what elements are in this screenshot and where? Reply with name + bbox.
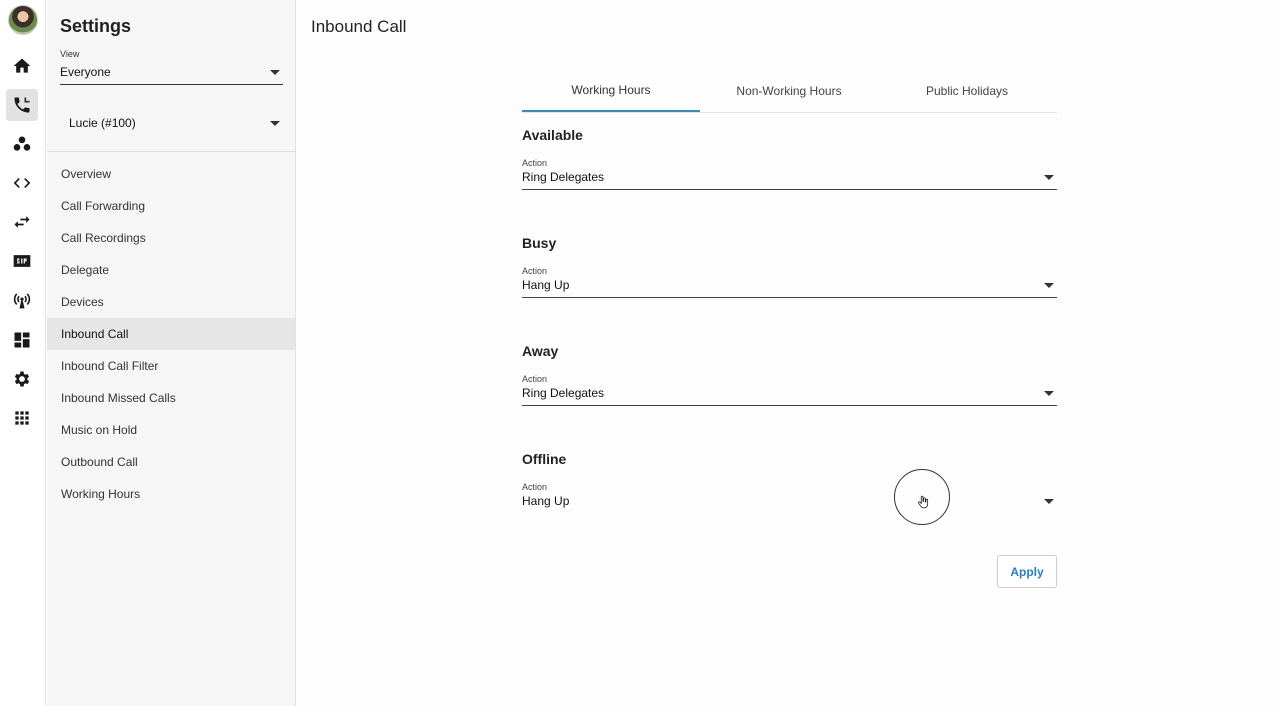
page-title: Inbound Call — [311, 17, 407, 36]
app: Settings View Everyone Lucie (#100) Over… — [0, 0, 1280, 706]
offline-action-select[interactable]: Hang Up — [522, 494, 1057, 514]
available-action-select[interactable]: Ring Delegates — [522, 170, 1057, 190]
field-label: Action — [522, 158, 548, 168]
section-available: Available Action Ring Delegates — [522, 127, 1057, 190]
users-icon[interactable] — [6, 128, 38, 160]
select-value: Hang Up — [522, 494, 570, 508]
caret-down-icon — [270, 121, 280, 126]
transfer-icon[interactable] — [6, 206, 38, 238]
away-action-select[interactable]: Ring Delegates — [522, 386, 1057, 406]
field-label: Action — [522, 374, 548, 384]
caret-down-icon — [270, 70, 280, 75]
tab-working-hours[interactable]: Working Hours — [522, 70, 700, 112]
caret-down-icon — [1044, 283, 1054, 288]
home-icon[interactable] — [6, 50, 38, 82]
sidebar-item-devices[interactable]: Devices — [47, 286, 295, 318]
select-value: Ring Delegates — [522, 170, 605, 184]
sidebar-item-inbound-missed-calls[interactable]: Inbound Missed Calls — [47, 382, 295, 414]
view-label: View — [60, 49, 80, 59]
field-label: Action — [522, 266, 548, 276]
sidebar-title: Settings — [60, 16, 132, 36]
sidebar-divider — [47, 151, 295, 152]
select-value: Ring Delegates — [522, 386, 605, 400]
settings-nav: Overview Call Forwarding Call Recordings… — [47, 158, 295, 510]
phone-icon[interactable] — [6, 89, 38, 121]
sidebar-item-inbound-call-filter[interactable]: Inbound Call Filter — [47, 350, 295, 382]
section-title: Busy — [522, 235, 557, 251]
caret-down-icon — [1044, 175, 1054, 180]
busy-action-select[interactable]: Hang Up — [522, 278, 1057, 298]
view-select[interactable]: Everyone — [60, 62, 283, 85]
dashboard-icon[interactable] — [6, 324, 38, 356]
avatar[interactable] — [8, 5, 38, 35]
caret-down-icon — [1044, 391, 1054, 396]
section-title: Away — [522, 343, 559, 359]
hand-cursor-icon — [918, 495, 929, 509]
field-label: Action — [522, 482, 548, 492]
sidebar-item-outbound-call[interactable]: Outbound Call — [47, 446, 295, 478]
sidebar-item-delegate[interactable]: Delegate — [47, 254, 295, 286]
sidebar-item-call-recordings[interactable]: Call Recordings — [47, 222, 295, 254]
section-offline: Offline Action Hang Up — [522, 451, 1057, 508]
settings-sidebar: Settings View Everyone Lucie (#100) Over… — [47, 0, 296, 706]
caret-down-icon — [1044, 499, 1054, 504]
select-value: Hang Up — [522, 278, 570, 292]
apps-grid-icon[interactable] — [6, 402, 38, 434]
gear-icon[interactable] — [6, 363, 38, 395]
code-icon[interactable] — [6, 167, 38, 199]
apply-button[interactable]: Apply — [997, 555, 1057, 588]
sidebar-item-call-forwarding[interactable]: Call Forwarding — [47, 190, 295, 222]
user-select-value: Lucie (#100) — [69, 116, 136, 130]
section-away: Away Action Ring Delegates — [522, 343, 1057, 406]
sip-icon[interactable] — [6, 245, 38, 277]
section-title: Available — [522, 127, 583, 143]
icon-rail — [0, 0, 46, 706]
cursor-highlight — [894, 469, 950, 525]
sidebar-item-music-on-hold[interactable]: Music on Hold — [47, 414, 295, 446]
tab-bar: Working Hours Non-Working Hours Public H… — [522, 70, 1057, 113]
sidebar-item-overview[interactable]: Overview — [47, 158, 295, 190]
tab-public-holidays[interactable]: Public Holidays — [878, 70, 1056, 112]
sidebar-item-inbound-call[interactable]: Inbound Call — [47, 318, 295, 350]
section-busy: Busy Action Hang Up — [522, 235, 1057, 298]
section-title: Offline — [522, 451, 567, 467]
user-select[interactable]: Lucie (#100) — [60, 110, 283, 136]
sidebar-item-working-hours[interactable]: Working Hours — [47, 478, 295, 510]
tab-non-working-hours[interactable]: Non-Working Hours — [700, 70, 878, 112]
view-select-value: Everyone — [60, 65, 111, 79]
antenna-icon[interactable] — [6, 284, 38, 316]
main-content: Inbound Call Working Hours Non-Working H… — [296, 0, 1280, 706]
